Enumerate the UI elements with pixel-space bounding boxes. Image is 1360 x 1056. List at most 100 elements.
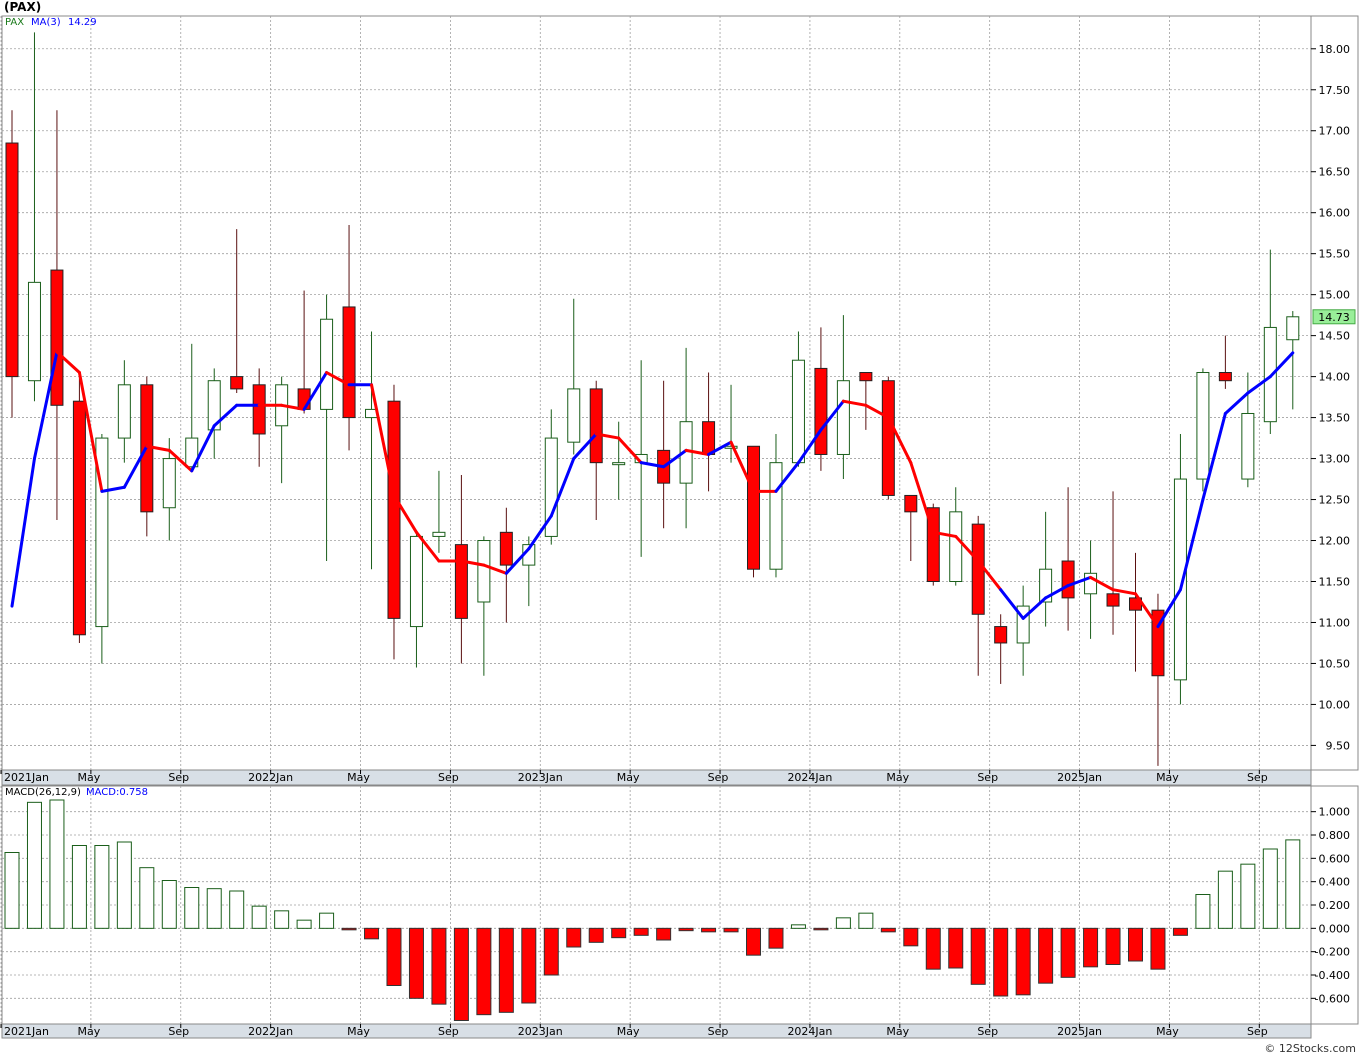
macd-bar: [678, 927, 694, 932]
candle-body: [612, 462, 626, 466]
x-axis-label: 2024Jan: [787, 1025, 832, 1038]
macd-x-axis: [1, 1023, 1312, 1039]
x-axis-label: Sep: [438, 771, 459, 784]
price-tick-label: 15.00: [1319, 289, 1351, 302]
x-axis-label: 2021Jan: [4, 1025, 49, 1038]
x-axis-label: Sep: [1247, 771, 1268, 784]
macd-bar: [453, 927, 469, 1021]
macd-bar: [768, 927, 784, 949]
candle-body: [454, 544, 468, 619]
candle-body: [320, 318, 334, 410]
candle-body: [72, 400, 86, 636]
macd-tick-label: -0.200: [1315, 946, 1350, 959]
candle-body: [499, 531, 513, 566]
price-legend-ma-value: 14.29: [68, 17, 97, 28]
candle-body: [769, 462, 783, 570]
credit-text: © 12Stocks.com: [1264, 1042, 1356, 1055]
macd-bar: [274, 910, 290, 929]
candle-body: [342, 306, 356, 419]
x-axis-label: 2023Jan: [518, 771, 563, 784]
macd-bar: [206, 888, 222, 929]
x-axis-label: May: [1156, 1025, 1179, 1038]
x-axis-label: May: [886, 1025, 909, 1038]
macd-bar: [1105, 927, 1121, 965]
macd-bar: [1060, 927, 1076, 978]
macd-bar: [49, 799, 65, 929]
candle-body: [1286, 316, 1300, 341]
candle-body: [904, 494, 918, 513]
macd-bar: [184, 887, 200, 929]
macd-bar: [633, 927, 649, 936]
price-tick-label: 13.00: [1319, 453, 1351, 466]
macd-bar: [835, 917, 851, 929]
macd-bar: [1150, 927, 1166, 970]
macd-tick-label: 0.400: [1319, 876, 1351, 889]
macd-bar: [701, 927, 717, 933]
x-axis-label: May: [617, 771, 640, 784]
candle-body: [432, 531, 446, 537]
macd-bar: [1172, 927, 1188, 936]
macd-tick-label: -0.600: [1315, 992, 1350, 1005]
candle-body: [1241, 412, 1255, 480]
macd-bar: [790, 924, 806, 929]
x-axis-label: May: [78, 771, 101, 784]
macd-tick-label: 1.000: [1319, 806, 1351, 819]
x-axis-label: Sep: [1247, 1025, 1268, 1038]
candle-body: [567, 388, 581, 443]
macd-bar: [588, 927, 604, 943]
price-panel: [1, 15, 1312, 771]
candle-body: [162, 458, 176, 509]
macd-bar: [746, 927, 762, 956]
macd-bar: [498, 927, 514, 1013]
candle-body: [50, 269, 64, 406]
x-axis-label: 2025Jan: [1057, 771, 1102, 784]
macd-bar: [94, 845, 110, 929]
macd-bar: [26, 801, 42, 929]
x-axis-label: Sep: [977, 771, 998, 784]
x-axis-label: Sep: [708, 1025, 729, 1038]
macd-bar: [139, 867, 155, 929]
macd-bar: [1285, 839, 1301, 929]
macd-bar: [1128, 927, 1143, 962]
x-axis-label: 2021Jan: [4, 771, 49, 784]
candle-body: [881, 380, 895, 496]
candle-body: [297, 388, 311, 410]
macd-bar: [1217, 870, 1233, 929]
macd-tick-label: 0.000: [1319, 922, 1351, 935]
candle-body: [230, 376, 244, 390]
macd-bar: [970, 927, 986, 985]
macd-bar: [364, 927, 380, 940]
x-axis-label: Sep: [168, 771, 189, 784]
macd-bar: [1015, 927, 1031, 996]
candle-body: [702, 421, 716, 455]
macd-bar: [543, 927, 559, 976]
macd-bar: [566, 927, 582, 948]
macd-tick-label: 0.200: [1319, 899, 1351, 912]
macd-bar: [925, 927, 941, 970]
candle-body: [1196, 372, 1210, 480]
macd-bar: [116, 841, 132, 929]
candle-body: [589, 388, 603, 464]
x-axis-label: May: [886, 771, 909, 784]
macd-bar: [408, 927, 424, 999]
macd-bar: [903, 927, 919, 947]
x-axis-label: Sep: [977, 1025, 998, 1038]
price-tick-label: 13.50: [1319, 412, 1351, 425]
candle-body: [252, 384, 266, 435]
candle-body: [117, 384, 131, 439]
x-axis-label: May: [347, 771, 370, 784]
price-tick-label: 16.00: [1319, 207, 1351, 220]
x-axis-label: Sep: [168, 1025, 189, 1038]
macd-bar: [1240, 863, 1256, 929]
price-tick-label: 11.00: [1319, 616, 1351, 629]
x-axis-label: May: [617, 1025, 640, 1038]
candle-body: [859, 372, 873, 382]
candle-body: [477, 540, 491, 603]
macd-bar: [858, 912, 874, 929]
macd-bar: [161, 880, 177, 929]
x-axis-label: 2022Jan: [248, 771, 293, 784]
candle-body: [814, 367, 828, 455]
candle-body: [1106, 593, 1120, 607]
candle-body: [1173, 478, 1187, 681]
candle-body: [387, 400, 401, 619]
